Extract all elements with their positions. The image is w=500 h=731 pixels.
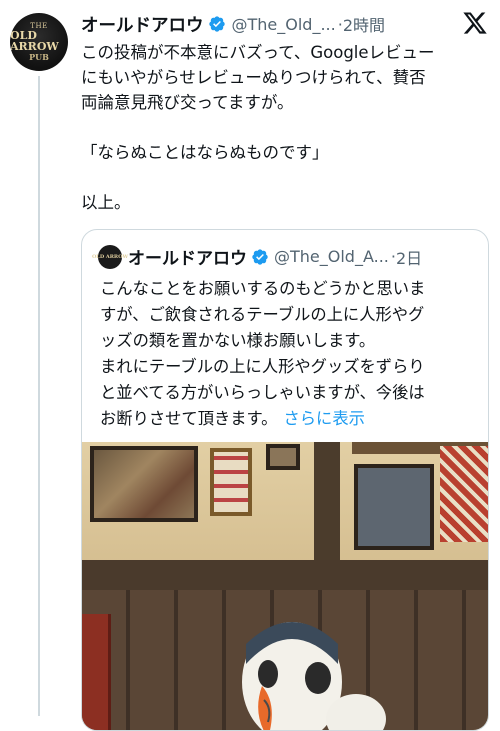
quoted-avatar: OLD ARROW (92, 244, 128, 269)
x-logo-icon[interactable] (462, 10, 488, 36)
quoted-text-last-line: お断りさせて頂きます。 さらに表示 (100, 406, 476, 432)
quoted-tweet-card[interactable]: OLD ARROW オールドアロウ @The_Old_A... · 2日 こんな… (81, 229, 489, 731)
attached-photo[interactable] (82, 442, 488, 730)
tweet-text-line: 両論意見飛び交ってますが。 (81, 93, 294, 112)
quoted-text-line: まれにテーブルの上に人形やグッズをずらり (100, 357, 425, 376)
avatar[interactable]: THE OLD ARROW PUB (10, 13, 68, 71)
photo-frame-map (354, 464, 434, 550)
tweet-body: この投稿が不本意にバズって、Googleレビュー にもいやがらせレビューぬりつけ… (81, 40, 481, 215)
tweet-text-line (81, 165, 481, 190)
tweet-text-line: 以上。 (81, 193, 131, 212)
quoted-text-last: お断りさせて頂きます。 (100, 409, 278, 428)
quoted-handle[interactable]: @The_Old_A... (274, 247, 389, 266)
quoted-timestamp[interactable]: 2日 (396, 245, 422, 269)
tweet-text-line: この投稿が不本意にバズって、Googleレビュー (81, 43, 435, 62)
photo-tapestry (440, 446, 488, 542)
quoted-text-line: すが、ご飲食されるテーブルの上に人形やグ (100, 305, 425, 324)
photo-frame-painting (90, 446, 198, 522)
tweet-text-line (81, 115, 481, 140)
quoted-text-line: ッズの類を置かない様お願いします。 (100, 331, 376, 350)
display-name[interactable]: オールドアロウ (81, 12, 204, 37)
avatar-text-bottom: PUB (29, 52, 49, 62)
quoted-text-line: こんなことをお願いするのもどうかと思いま (100, 279, 426, 298)
tweet-text-line: にもいやがらせレビューぬりつけられて、賛否 (81, 68, 426, 87)
thread-line (38, 76, 40, 716)
quoted-display-name[interactable]: オールドアロウ (128, 244, 247, 269)
avatar-text-main: OLD ARROW (10, 29, 59, 53)
photo-frame-cards (210, 448, 252, 516)
verified-badge-icon (208, 16, 225, 32)
photo-frame-small (266, 444, 300, 470)
photo-chair (82, 614, 111, 730)
verified-badge-icon (252, 248, 268, 265)
show-more-link[interactable]: さらに表示 (283, 409, 364, 428)
tweet-text-line: 「ならぬことはならぬものです」 (81, 143, 329, 162)
quoted-avatar-mark: OLD ARROW (91, 253, 129, 260)
photo-rail (82, 560, 488, 590)
quoted-text-line: と並べてる方がいらっしゃいますが、今後は (100, 383, 425, 402)
timestamp[interactable]: 2時間 (343, 12, 385, 36)
quoted-tweet-header: OLD ARROW オールドアロウ @The_Old_A... · 2日 (92, 244, 422, 269)
handle[interactable]: @The_Old_... (232, 15, 336, 34)
quoted-tweet-body: こんなことをお願いするのもどうかと思いま すが、ご飲食されるテーブルの上に人形や… (100, 276, 476, 432)
tweet-header: オールドアロウ @The_Old_... · 2時間 (81, 10, 486, 38)
